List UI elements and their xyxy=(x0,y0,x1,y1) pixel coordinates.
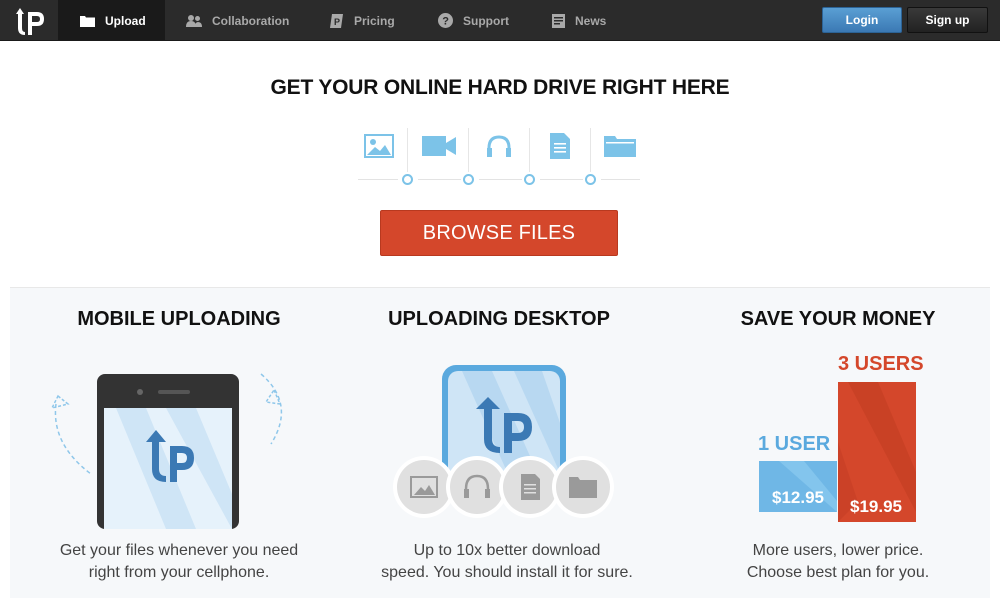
nav-support-label: Support xyxy=(463,13,509,28)
nav-news-label: News xyxy=(575,13,607,28)
nav-upload-label: Upload xyxy=(105,13,146,28)
login-button[interactable]: Login xyxy=(822,7,902,33)
feature-description: More users, lower price. Choose best pla… xyxy=(746,542,930,581)
step-dot xyxy=(585,174,596,185)
price-tag-icon: P xyxy=(330,13,343,28)
file-types-strip xyxy=(358,126,640,186)
feature-title: UPLOADING DESKTOP xyxy=(388,308,610,330)
feature-title: SAVE YOUR MONEY xyxy=(740,308,936,330)
question-icon: ? xyxy=(438,13,453,28)
svg-text:?: ? xyxy=(442,16,449,28)
logo[interactable] xyxy=(0,0,58,41)
signup-button[interactable]: Sign up xyxy=(907,7,988,33)
nav-upload[interactable]: Upload xyxy=(58,0,165,41)
document-icon xyxy=(540,132,580,160)
document-icon xyxy=(552,13,565,28)
plan-3-users-label: 3 USERS xyxy=(838,353,924,375)
video-icon xyxy=(419,132,459,160)
feature-description: Up to 10x better download speed. You sho… xyxy=(381,542,633,581)
top-navbar: Upload Collaboration P Pricing ? Support… xyxy=(0,0,1000,41)
folder-icon xyxy=(80,15,95,27)
nav-support[interactable]: ? Support xyxy=(438,0,509,41)
desktop-illustration xyxy=(393,365,614,518)
up-logo-icon xyxy=(16,7,44,35)
nav-pricing[interactable]: P Pricing xyxy=(330,0,395,41)
folder-icon xyxy=(600,132,640,160)
step-dot xyxy=(463,174,474,185)
nav-pricing-label: Pricing xyxy=(354,13,395,28)
nav-news[interactable]: News xyxy=(552,0,606,41)
audio-icon xyxy=(479,132,519,160)
image-icon xyxy=(359,132,399,160)
plan-3-users-price: $19.95 xyxy=(850,497,902,516)
plan-1-user-price: $12.95 xyxy=(772,488,824,507)
step-dot xyxy=(524,174,535,185)
feature-description: Get your files whenever you need right f… xyxy=(59,542,299,581)
users-icon xyxy=(186,14,202,27)
plan-1-user-label: 1 USER xyxy=(758,433,831,455)
nav-collaboration-label: Collaboration xyxy=(212,13,290,28)
nav-collaboration[interactable]: Collaboration xyxy=(186,0,289,41)
browse-files-button[interactable]: BROWSE FILES xyxy=(380,210,618,256)
svg-text:P: P xyxy=(334,17,340,27)
hero-title: GET YOUR ONLINE HARD DRIVE RIGHT HERE xyxy=(270,76,730,99)
feature-title: MOBILE UPLOADING xyxy=(77,308,281,330)
phone-illustration xyxy=(50,373,283,529)
step-dot xyxy=(402,174,413,185)
